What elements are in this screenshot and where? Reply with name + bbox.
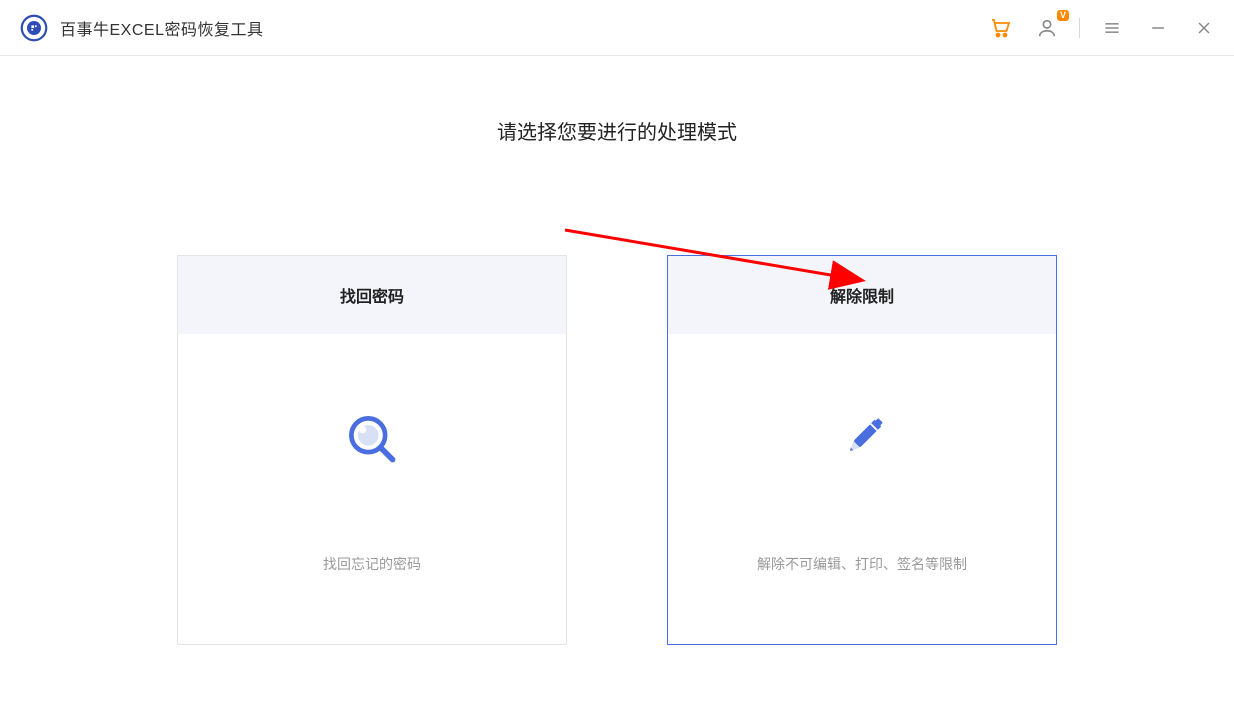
card-body: 解除不可编辑、打印、签名等限制 [668, 334, 1056, 644]
card-remove-restriction[interactable]: 解除限制 解除不可编辑、打印、签名等限制 [667, 255, 1057, 645]
main-content: 请选择您要进行的处理模式 找回密码 找回忘记的密码 解除限制 [0, 56, 1234, 645]
card-recover-password[interactable]: 找回密码 找回忘记的密码 [177, 255, 567, 645]
cart-button[interactable] [987, 14, 1015, 42]
card-title: 找回密码 [178, 256, 566, 334]
app-logo [20, 14, 48, 42]
search-icon [337, 404, 407, 474]
divider [1079, 18, 1080, 38]
mode-cards: 找回密码 找回忘记的密码 解除限制 [0, 255, 1234, 645]
minimize-button[interactable] [1144, 14, 1172, 42]
titlebar-right: V [987, 14, 1218, 42]
menu-button[interactable] [1098, 14, 1126, 42]
card-desc: 解除不可编辑、打印、签名等限制 [757, 554, 967, 574]
card-body: 找回忘记的密码 [178, 334, 566, 644]
page-title: 请选择您要进行的处理模式 [0, 116, 1234, 145]
close-button[interactable] [1190, 14, 1218, 42]
app-title: 百事牛EXCEL密码恢复工具 [60, 16, 263, 40]
vip-badge: V [1057, 10, 1069, 21]
card-title: 解除限制 [668, 256, 1056, 334]
titlebar-left: 百事牛EXCEL密码恢复工具 [20, 14, 263, 42]
pencil-icon [827, 404, 897, 474]
user-button[interactable]: V [1033, 14, 1061, 42]
card-desc: 找回忘记的密码 [323, 554, 421, 574]
titlebar: 百事牛EXCEL密码恢复工具 V [0, 0, 1234, 56]
